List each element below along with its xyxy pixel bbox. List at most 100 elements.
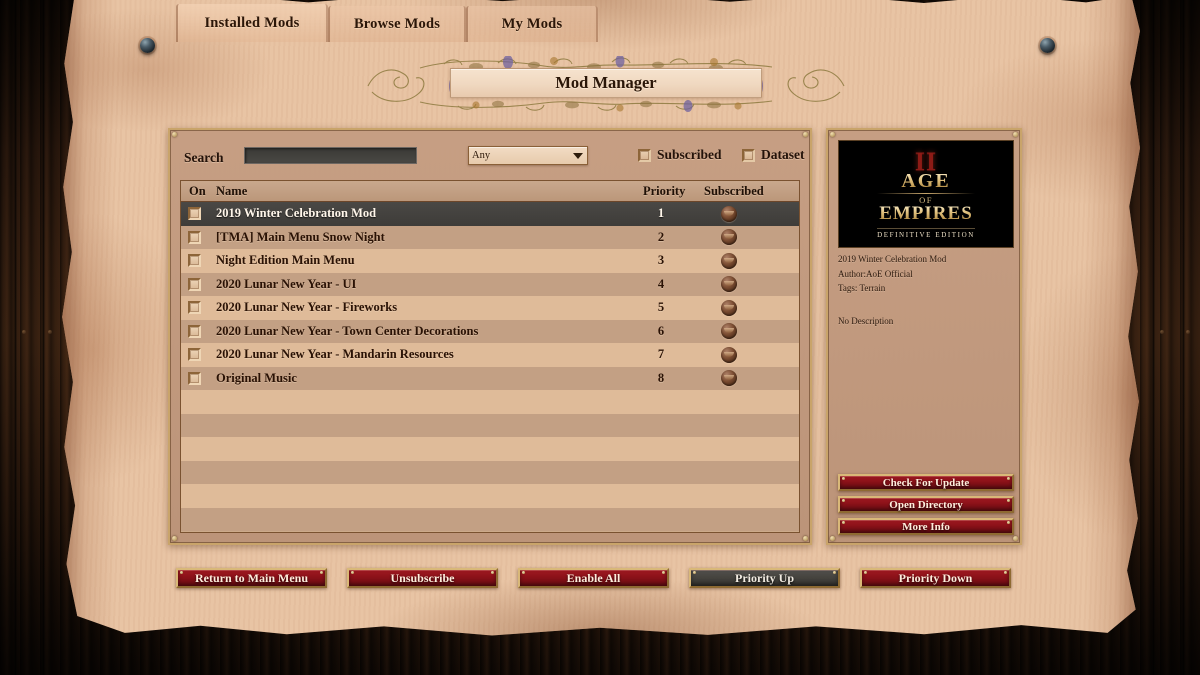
tab-installed-mods[interactable]: Installed Mods xyxy=(176,4,328,42)
subscribed-status-icon xyxy=(721,323,737,340)
mod-enable-checkbox[interactable] xyxy=(188,254,201,268)
mod-enable-checkbox[interactable] xyxy=(188,348,201,362)
logo-empires: EMPIRES xyxy=(877,204,975,223)
mod-name-cell: 2020 Lunar New Year - Fireworks xyxy=(216,300,398,315)
table-row[interactable]: Night Edition Main Menu 3 xyxy=(181,249,799,273)
detail-author: Author:AoE Official xyxy=(838,269,913,279)
tab-browse-mods[interactable]: Browse Mods xyxy=(328,6,466,42)
mod-thumbnail: II AGE OF EMPIRES DEFINITIVE EDITION xyxy=(838,140,1014,248)
mod-details-panel: II AGE OF EMPIRES DEFINITIVE EDITION 201… xyxy=(826,128,1022,545)
panel-corner-stud xyxy=(172,132,177,137)
mod-priority-cell: 3 xyxy=(657,253,665,268)
mod-enable-checkbox[interactable] xyxy=(188,277,201,291)
mod-enable-checkbox[interactable] xyxy=(188,207,201,221)
priority-down-button[interactable]: Priority Down xyxy=(860,568,1011,588)
subscribed-status-icon xyxy=(721,276,737,293)
more-info-label: More Info xyxy=(902,520,950,533)
checkbox-icon xyxy=(742,148,755,162)
mod-priority-cell: 4 xyxy=(657,276,665,291)
subscribed-status-icon xyxy=(721,299,737,316)
table-row[interactable]: 2020 Lunar New Year - Mandarin Resources… xyxy=(181,343,799,367)
mod-name-cell: Original Music xyxy=(216,370,297,385)
check-for-update-button[interactable]: Check For Update xyxy=(838,474,1014,491)
subscribed-status-icon xyxy=(721,205,737,222)
mod-list-body: 2019 Winter Celebration Mod 1 [TMA] Main M… xyxy=(181,202,799,531)
panel-corner-stud xyxy=(830,536,835,541)
panel-corner-stud xyxy=(803,132,808,137)
wood-peg xyxy=(48,330,52,334)
table-row[interactable]: Original Music 8 xyxy=(181,366,799,390)
check-for-update-label: Check For Update xyxy=(882,476,970,489)
mod-name-cell: Night Edition Main Menu xyxy=(216,253,355,268)
mod-enable-checkbox[interactable] xyxy=(188,230,201,244)
return-to-main-menu-label: Return to Main Menu xyxy=(195,570,308,585)
table-row[interactable]: 2020 Lunar New Year - UI 4 xyxy=(181,272,799,296)
tab-installed-mods-label: Installed Mods xyxy=(204,14,300,31)
tab-my-mods-label: My Mods xyxy=(501,15,563,32)
search-input[interactable] xyxy=(244,147,417,164)
title-banner: Mod Manager xyxy=(358,56,854,112)
subscribed-filter-label: Subscribed xyxy=(657,147,722,162)
mod-priority-cell: 7 xyxy=(657,347,665,362)
priority-up-label: Priority Up xyxy=(735,570,794,585)
priority-up-button[interactable]: Priority Up xyxy=(689,568,840,588)
subscribed-status-icon xyxy=(721,370,737,387)
tab-bar: Installed Mods Browse Mods My Mods xyxy=(0,0,1200,42)
unsubscribe-button[interactable]: Unsubscribe xyxy=(347,568,498,588)
subscribed-status-icon xyxy=(721,346,737,363)
open-directory-label: Open Directory xyxy=(889,498,963,511)
mod-priority-cell: 1 xyxy=(657,206,665,221)
table-row-empty xyxy=(181,390,799,414)
table-row[interactable]: 2019 Winter Celebration Mod 1 xyxy=(181,202,799,226)
mod-list-header: On Name Priority Subscribed xyxy=(181,181,799,202)
mod-name-cell: [TMA] Main Menu Snow Night xyxy=(216,229,385,244)
column-header-on: On xyxy=(189,183,206,198)
subscribed-filter-checkbox[interactable]: Subscribed xyxy=(638,147,722,163)
mod-name-cell: 2020 Lunar New Year - UI xyxy=(216,276,357,291)
dataset-filter-checkbox[interactable]: Dataset xyxy=(742,147,805,163)
mod-list: On Name Priority Subscribed 2019 Winter … xyxy=(180,180,800,533)
panel-corner-stud xyxy=(803,536,808,541)
subscribed-status-icon xyxy=(721,252,737,269)
table-row[interactable]: [TMA] Main Menu Snow Night 2 xyxy=(181,225,799,249)
panel-corner-stud xyxy=(172,536,177,541)
detail-description: No Description xyxy=(838,316,894,326)
mod-name-cell: 2020 Lunar New Year - Mandarin Resources xyxy=(216,347,454,362)
logo-edition: DEFINITIVE EDITION xyxy=(877,227,975,239)
table-row-empty xyxy=(181,507,799,531)
return-to-main-menu-button[interactable]: Return to Main Menu xyxy=(176,568,327,588)
footer-button-bar: Return to Main Menu Unsubscribe Enable A… xyxy=(0,568,1200,590)
search-label: Search xyxy=(184,150,224,165)
logo-divider xyxy=(877,193,975,195)
column-header-subscribed: Subscribed xyxy=(704,183,764,198)
mod-priority-cell: 6 xyxy=(657,323,665,338)
table-row-empty xyxy=(181,437,799,461)
detail-tags: Tags: Terrain xyxy=(838,283,886,293)
tab-my-mods[interactable]: My Mods xyxy=(466,6,598,42)
open-directory-button[interactable]: Open Directory xyxy=(838,496,1014,513)
mod-enable-checkbox[interactable] xyxy=(188,324,201,338)
table-row-empty xyxy=(181,484,799,508)
enable-all-button[interactable]: Enable All xyxy=(518,568,669,588)
panel-corner-stud xyxy=(1013,536,1018,541)
mod-priority-cell: 2 xyxy=(657,229,665,244)
type-filter-dropdown[interactable]: Any xyxy=(468,146,588,165)
wood-peg xyxy=(1186,330,1190,334)
tab-browse-mods-label: Browse Mods xyxy=(353,15,441,32)
table-row[interactable]: 2020 Lunar New Year - Fireworks 5 xyxy=(181,296,799,320)
table-row[interactable]: 2020 Lunar New Year - Town Center Decora… xyxy=(181,319,799,343)
mod-enable-checkbox[interactable] xyxy=(188,371,201,385)
priority-down-label: Priority Down xyxy=(898,570,973,585)
wood-peg xyxy=(22,330,26,334)
mod-priority-cell: 5 xyxy=(657,300,665,315)
type-filter-value: Any xyxy=(472,150,491,161)
more-info-button[interactable]: More Info xyxy=(838,518,1014,535)
mod-priority-cell: 8 xyxy=(657,370,665,385)
mod-enable-checkbox[interactable] xyxy=(188,301,201,315)
detail-mod-name: 2019 Winter Celebration Mod xyxy=(838,254,947,264)
aoe2-de-logo: II AGE OF EMPIRES DEFINITIVE EDITION xyxy=(877,149,975,239)
unsubscribe-label: Unsubscribe xyxy=(390,570,455,585)
chevron-down-icon xyxy=(573,152,583,159)
column-header-priority: Priority xyxy=(643,183,686,198)
enable-all-label: Enable All xyxy=(566,570,621,585)
